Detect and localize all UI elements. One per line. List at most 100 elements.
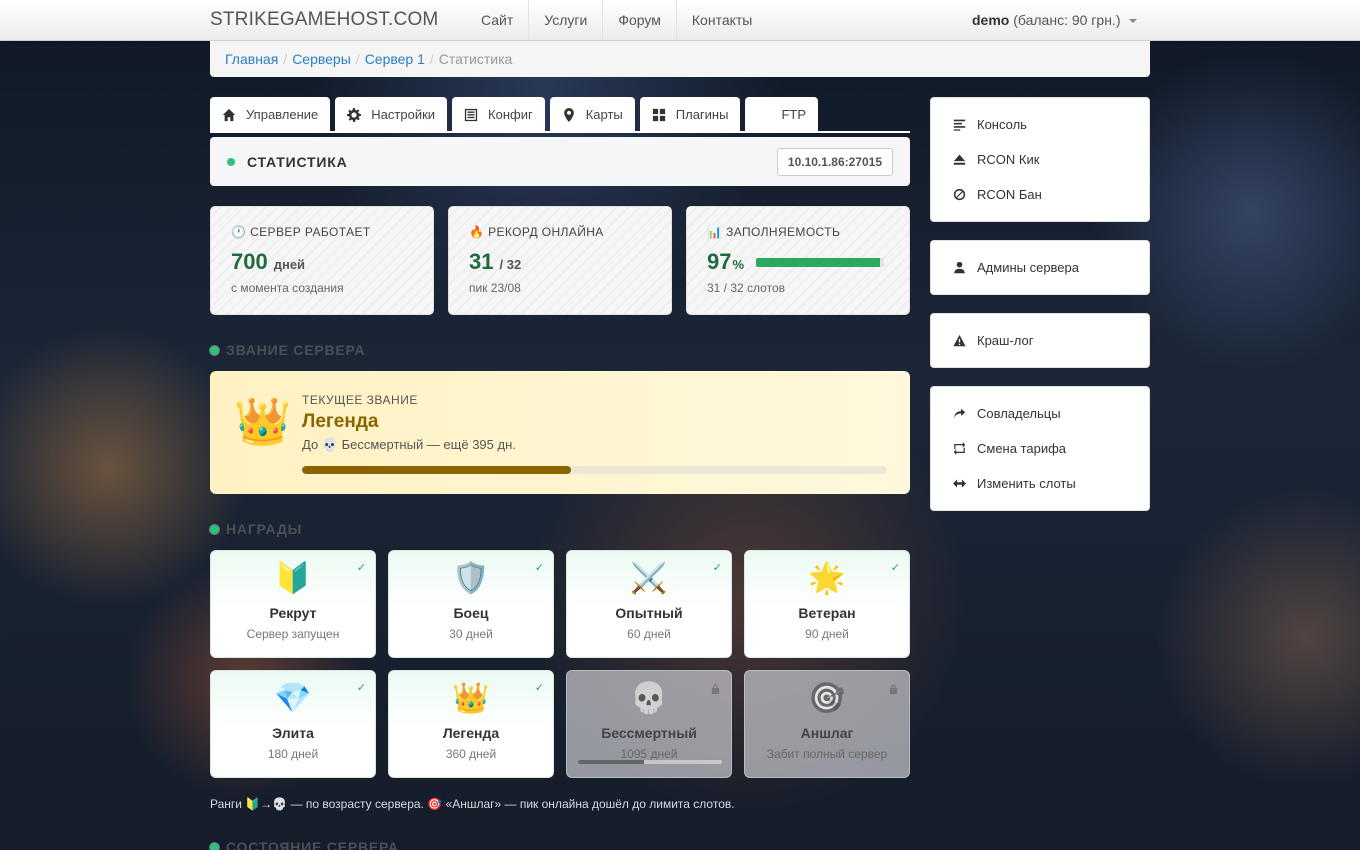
nav-link-services[interactable]: Услуги [528, 0, 602, 40]
award-card: 🔰 Рекрут Сервер запущен ✓ [210, 550, 376, 658]
breadcrumb-servers[interactable]: Серверы [292, 51, 351, 67]
award-name: Ветеран [798, 605, 856, 621]
sidebar-group-owners: Совладельцы Смена тарифа Изменить слоты [930, 386, 1150, 511]
brand-logo[interactable]: STRIKEGAMEHOST.COM [210, 9, 438, 31]
top-navbar: STRIKEGAMEHOST.COM Сайт Услуги Форум Кон… [0, 0, 1360, 41]
check-icon: ✓ [712, 562, 722, 574]
sidebar-item-crash-log[interactable]: Краш-лог [931, 323, 1149, 358]
fill-value: 97 [707, 249, 732, 274]
sidebar-group-crashlog: Краш-лог [930, 313, 1150, 368]
award-requirement: 30 дней [449, 627, 493, 641]
awards-grid: 🔰 Рекрут Сервер запущен ✓ 🛡️ Боец 30 дней ✓ ⚔️ Оп… [210, 550, 910, 778]
section-dot-icon [210, 345, 219, 355]
award-name: Боец [453, 605, 489, 621]
award-requirement: Забит полный сервер [766, 747, 888, 761]
award-requirement: 90 дней [805, 627, 849, 641]
section-label: НАГРАДЫ [226, 521, 303, 537]
stat-header: СТАТИСТИКА 10.10.1.86:27015 [210, 137, 910, 186]
uptime-value: 700 [231, 249, 268, 274]
tab-manage[interactable]: Управление [210, 97, 331, 132]
section-dot-icon [210, 524, 219, 534]
check-icon: ✓ [534, 682, 544, 694]
tab-label: Плагины [675, 107, 729, 122]
user-menu[interactable]: demo (баланс: 90 грн.) [972, 12, 1138, 28]
card-label-text: ЗАПОЛНЯЕМОСТЬ [726, 225, 841, 239]
award-icon: 🛡️ [452, 562, 490, 595]
section-label: ЗВАНИЕ СЕРВЕРА [226, 342, 366, 358]
award-card: 🎯 Аншлаг Забит полный сервер [744, 670, 910, 778]
map-marker-icon [563, 107, 574, 122]
award-card: 🌟 Ветеран 90 дней ✓ [744, 550, 910, 658]
section-rank-title: ЗВАНИЕ СЕРВЕРА [210, 342, 365, 358]
eject-icon [953, 154, 966, 165]
awards-note: Ранги 🔰→💀 — по возрасту сервера. 🎯 «Аншл… [210, 797, 735, 811]
award-card: 💎 Элита 180 дней ✓ [210, 670, 376, 778]
resize-icon [953, 479, 966, 488]
tab-settings[interactable]: Настройки [335, 97, 448, 132]
share-icon [954, 408, 966, 418]
breadcrumb-home[interactable]: Главная [225, 51, 278, 67]
stat-cards: 🕐 СЕРВЕР РАБОТАЕТ 700 дней с момента созд… [210, 206, 910, 315]
check-icon: ✓ [534, 562, 544, 574]
clock-icon: 🕐 [231, 225, 247, 239]
card-sub: пик 23/08 [469, 281, 521, 295]
breadcrumb-server[interactable]: Сервер 1 [365, 51, 425, 67]
tab-maps[interactable]: Карты [549, 97, 635, 132]
section-awards-title: НАГРАДЫ [210, 521, 302, 537]
nav-link-contacts[interactable]: Контакты [675, 0, 767, 40]
fill-unit: % [732, 257, 745, 272]
rank-progress-fill [302, 466, 572, 474]
record-value: 31 [469, 249, 494, 274]
fill-progress-fill [756, 257, 881, 267]
uptime-unit: дней [273, 257, 306, 272]
award-requirement: 60 дней [627, 627, 671, 641]
card-value: 700 дней [231, 249, 413, 275]
card-label: 📊 ЗАПОЛНЯЕМОСТЬ [707, 225, 889, 239]
breadcrumb: Главная / Серверы / Сервер 1/Статистика [210, 41, 1150, 77]
section-dot-icon [210, 842, 219, 850]
award-name: Элита [272, 725, 314, 741]
tab-label: FTP [781, 107, 807, 122]
sidebar-item-label: RCON Кик [977, 152, 1040, 167]
sidebar-item-label: Изменить слоты [977, 476, 1076, 491]
award-card: ⚔️ Опытный 60 дней ✓ [566, 550, 732, 658]
award-name: Аншлаг [800, 725, 854, 741]
tab-label: Карты [585, 107, 623, 122]
tab-ftp[interactable]: FTP [745, 97, 819, 132]
sidebar-group-console: Консоль RCON Кик RCON Бан [930, 97, 1150, 222]
award-progress-fill [578, 760, 645, 764]
server-tabs: Управление Настройки Конфиг Карты Плагин… [210, 97, 910, 133]
sidebar-item-label: Консоль [977, 117, 1027, 132]
caret-down-icon [1129, 19, 1138, 24]
award-icon: 👑 [452, 682, 490, 715]
server-ip-badge[interactable]: 10.10.1.86:27015 [776, 147, 893, 176]
rank-progress-bar [302, 466, 887, 474]
console-icon [953, 119, 966, 131]
tab-plugins[interactable]: Плагины [639, 97, 741, 132]
nav-links: Сайт Услуги Форум Контакты [466, 0, 767, 40]
sidebar-item-admins[interactable]: Админы сервера [931, 250, 1149, 285]
balance: (баланс: 90 грн.) [1013, 12, 1121, 28]
card-sub: с момента создания [231, 281, 344, 295]
rank-info: ТЕКУЩЕЕ ЗВАНИЕ Легенда До 💀 Бессмертный … [302, 393, 888, 474]
user-icon [954, 261, 965, 274]
sidebar-item-rcon-kick[interactable]: RCON Кик [931, 142, 1149, 177]
sidebar-item-console[interactable]: Консоль [931, 107, 1149, 142]
tab-config[interactable]: Конфиг [452, 97, 545, 132]
award-name: Легенда [442, 725, 500, 741]
award-name: Опытный [615, 605, 683, 621]
lock-icon [889, 684, 898, 694]
award-card: 👑 Легенда 360 дней ✓ [388, 670, 554, 778]
sidebar-item-change-slots[interactable]: Изменить слоты [931, 466, 1149, 501]
nav-link-forum[interactable]: Форум [602, 0, 676, 40]
section-label: СОСТОЯНИЕ СЕРВЕРА [226, 839, 399, 850]
sidebar-item-label: RCON Бан [977, 187, 1042, 202]
sidebar-item-rcon-ban[interactable]: RCON Бан [931, 177, 1149, 212]
check-icon: ✓ [890, 562, 900, 574]
card-label-text: СЕРВЕР РАБОТАЕТ [250, 225, 371, 239]
sidebar-item-co-owners[interactable]: Совладельцы [931, 396, 1149, 431]
tab-label: Управление [246, 107, 319, 122]
bar-chart-icon: 📊 [707, 225, 723, 239]
nav-link-site[interactable]: Сайт [466, 0, 528, 40]
sidebar-item-change-plan[interactable]: Смена тарифа [931, 431, 1149, 466]
